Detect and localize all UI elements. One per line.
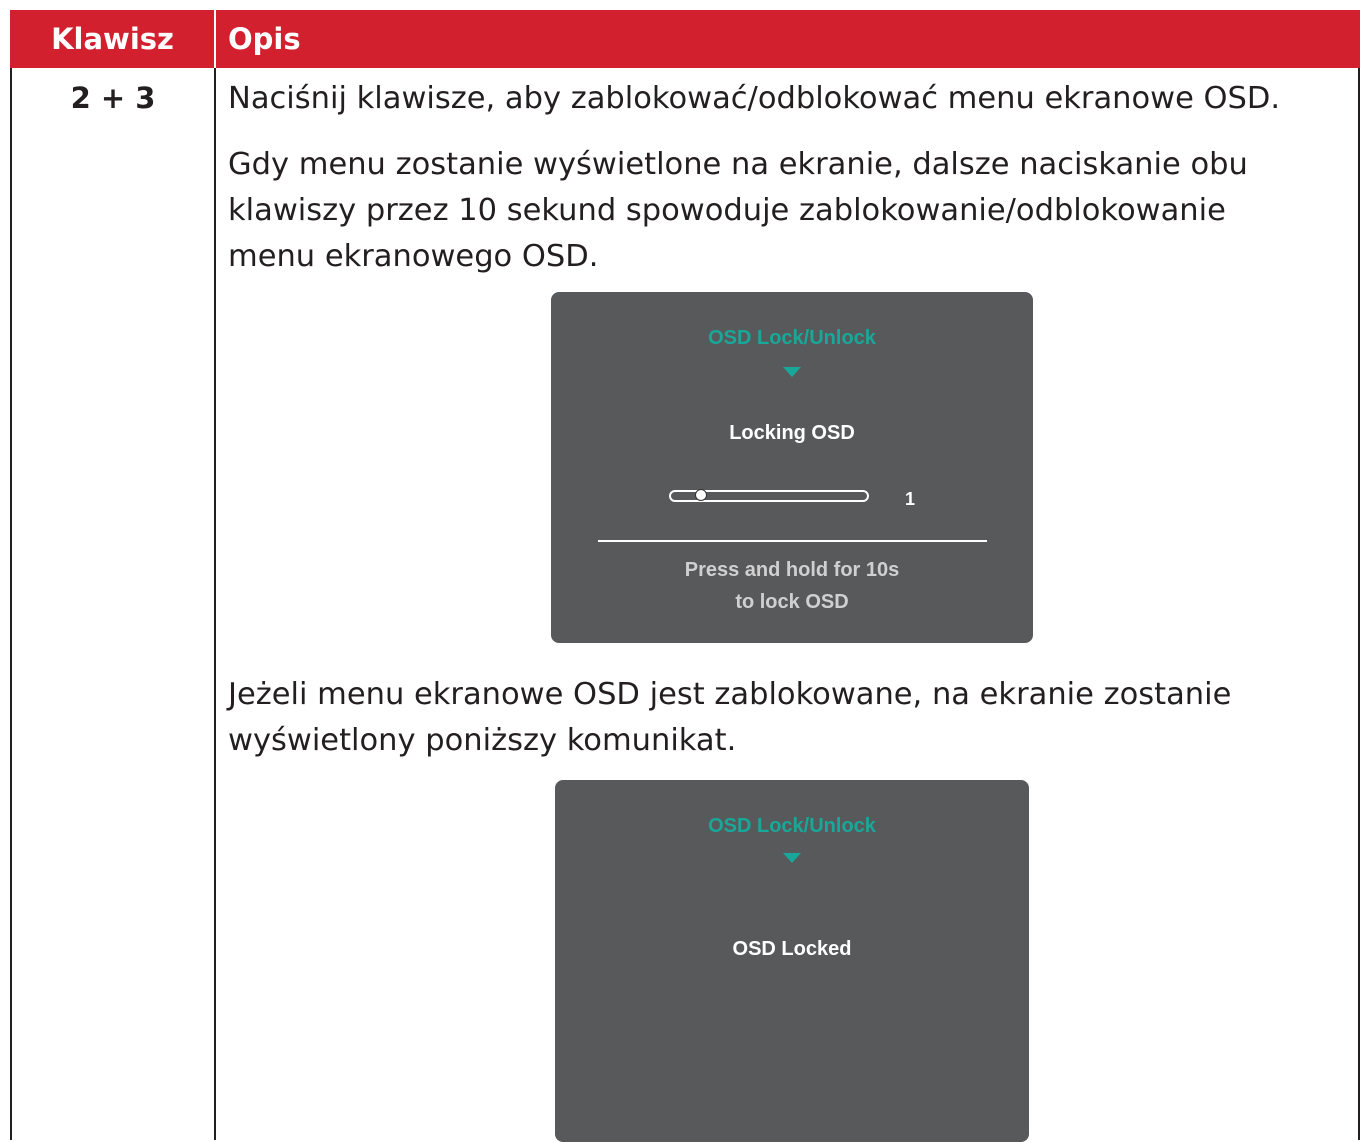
progress-knob [695, 489, 707, 501]
lock-progress-bar [669, 489, 869, 502]
description-paragraph-2: Gdy menu zostanie wyświetlone na ekranie… [228, 147, 1248, 274]
osd-title: OSD Lock/Unlock [708, 815, 876, 837]
table-border-left [10, 68, 12, 1140]
key-combination: 2 + 3 [70, 81, 156, 115]
osd-divider [598, 540, 987, 542]
table-column-divider [214, 68, 216, 1140]
osd-status-text: Locking OSD [729, 422, 855, 444]
lock-countdown-value: 1 [905, 489, 916, 509]
osd-locking-screen: OSD Lock/Unlock Locking OSD 1 Press and … [551, 292, 1033, 643]
header-key-column: Klawisz [51, 22, 174, 56]
triangle-down-icon [783, 853, 801, 863]
description-paragraph-1: Naciśnij klawisze, aby zablokować/odblok… [228, 81, 1281, 116]
osd-locked-screen: OSD Lock/Unlock OSD Locked [555, 780, 1029, 1142]
header-separator [214, 10, 216, 68]
osd-title: OSD Lock/Unlock [708, 327, 876, 349]
osd-hint-text: Press and hold for 10s to lock OSD [684, 559, 900, 613]
triangle-down-icon [783, 367, 801, 377]
description-paragraph-3: Jeżeli menu ekranowe OSD jest zablokowan… [228, 677, 1232, 758]
table-header: Klawisz Opis [10, 10, 1360, 68]
header-description-column: Opis [228, 22, 301, 56]
osd-status-text: OSD Locked [732, 938, 852, 960]
key-description-table: Klawisz Opis 2 + 3 Naciśnij klawisze, ab… [10, 10, 1360, 1142]
